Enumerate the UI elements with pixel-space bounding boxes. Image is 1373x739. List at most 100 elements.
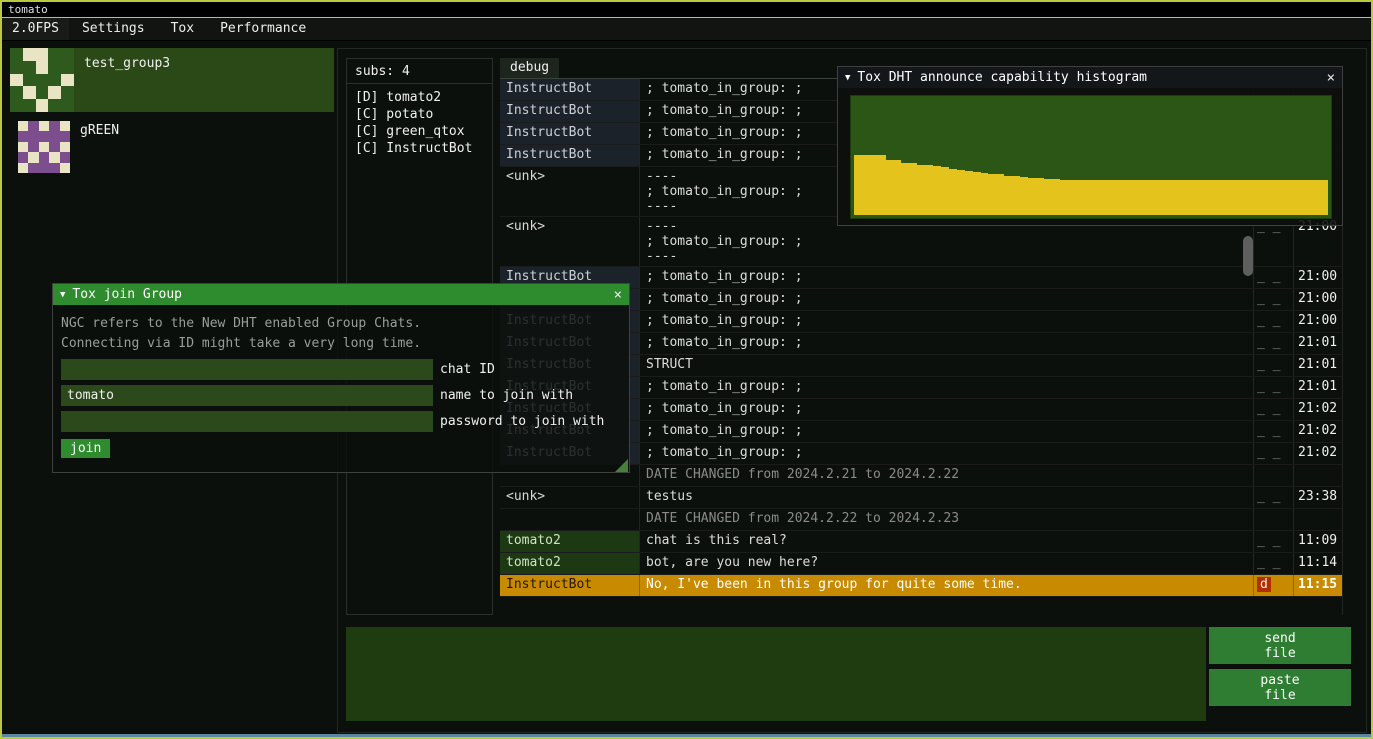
message-row[interactable]: tomato2bot, are you new here?_ _11:14 xyxy=(500,553,1342,575)
receipt-marks: _ _ xyxy=(1254,399,1294,420)
group-list: test_group3 gREEN xyxy=(10,48,334,182)
member-item[interactable]: [C] InstructBot xyxy=(347,140,492,157)
histogram-bar xyxy=(1218,180,1226,215)
histogram-bar xyxy=(1075,180,1083,215)
sender-name: <unk> xyxy=(500,167,640,216)
app-window: tomato 2.0FPSSettingsToxPerformance test… xyxy=(0,0,1373,739)
timestamp: 21:01 xyxy=(1294,377,1342,398)
histogram-bar xyxy=(996,174,1004,215)
menu-item-performance[interactable]: Performance xyxy=(207,18,319,40)
histogram-bar xyxy=(1226,180,1234,215)
histogram-bar xyxy=(1052,179,1060,215)
histogram-bar xyxy=(1044,179,1052,215)
menu-item-20fps: 2.0FPS xyxy=(2,18,69,40)
collapse-arrow-icon[interactable]: ▼ xyxy=(845,73,850,83)
join-button[interactable]: join xyxy=(61,439,110,458)
chat-scrollbar[interactable] xyxy=(1243,236,1253,276)
receipt-marks: _ _ xyxy=(1254,443,1294,464)
group-avatar-icon xyxy=(18,121,70,173)
histogram-bar xyxy=(1107,180,1115,215)
chat-id-input[interactable] xyxy=(61,359,433,380)
field-label: name to join with xyxy=(440,388,573,403)
histogram-bar xyxy=(1004,176,1012,215)
group-item-gREEN[interactable]: gREEN xyxy=(10,115,334,179)
histogram-bar xyxy=(1162,180,1170,215)
join-field-row: chat ID xyxy=(61,359,621,380)
histogram-bar xyxy=(949,169,957,215)
menu-item-settings[interactable]: Settings xyxy=(69,18,158,40)
histogram-bar xyxy=(1099,180,1107,215)
message-row[interactable]: tomato2chat is this real?_ _11:09 xyxy=(500,531,1342,553)
join-password-input[interactable] xyxy=(61,411,433,432)
send-file-label-line2: file xyxy=(1209,646,1351,661)
histogram-bar xyxy=(1036,178,1044,215)
paste-file-label-line2: file xyxy=(1209,688,1351,703)
member-item[interactable]: [C] potato xyxy=(347,106,492,123)
histogram-bar xyxy=(1115,180,1123,215)
members-count: subs: 4 xyxy=(347,59,492,84)
histogram-bar xyxy=(1234,180,1242,215)
histogram-window-titlebar[interactable]: ▼ Tox DHT announce capability histogram … xyxy=(838,67,1342,88)
histogram-bar xyxy=(909,163,917,215)
collapse-arrow-icon[interactable]: ▼ xyxy=(60,290,65,300)
date-row[interactable]: DATE CHANGED from 2024.2.22 to 2024.2.23 xyxy=(500,509,1342,531)
sender-name: <unk> xyxy=(500,217,640,266)
message-row[interactable]: InstructBotNo, I've been in this group f… xyxy=(500,575,1342,597)
message-row[interactable]: <unk>testus_ _23:38 xyxy=(500,487,1342,509)
paste-file-button[interactable]: paste file xyxy=(1209,669,1351,706)
member-item[interactable]: [C] green_qtox xyxy=(347,123,492,140)
histogram-bar xyxy=(870,155,878,215)
resize-grip[interactable] xyxy=(615,459,628,472)
send-file-label-line1: send xyxy=(1209,631,1351,646)
histogram-bar xyxy=(886,160,894,215)
join-window-titlebar[interactable]: ▼ Tox join Group × xyxy=(53,284,629,305)
sender-name: tomato2 xyxy=(500,553,640,574)
close-icon[interactable]: × xyxy=(1327,70,1335,86)
sender-name: tomato2 xyxy=(500,531,640,552)
field-label: password to join with xyxy=(440,414,604,429)
member-item[interactable]: [D] tomato2 xyxy=(347,89,492,106)
histogram-bar xyxy=(862,155,870,215)
sender-name: InstructBot xyxy=(500,123,640,144)
histogram-bar xyxy=(1265,180,1273,215)
histogram-window: ▼ Tox DHT announce capability histogram … xyxy=(837,66,1343,226)
message-text: ; tomato_in_group: ; xyxy=(640,311,1254,332)
histogram-plot xyxy=(850,95,1332,219)
message-text: bot, are you new here? xyxy=(640,553,1254,574)
histogram-bar xyxy=(941,167,949,215)
message-text: No, I've been in this group for quite so… xyxy=(640,575,1254,596)
join-window-title: Tox join Group xyxy=(72,287,182,302)
group-name: test_group3 xyxy=(84,56,170,71)
timestamp: 21:00 xyxy=(1294,289,1342,310)
histogram-bar xyxy=(981,173,989,215)
sender-name: InstructBot xyxy=(500,575,640,596)
receipt-marks: _ _ xyxy=(1254,421,1294,442)
join-group-window: ▼ Tox join Group × NGC refers to the New… xyxy=(52,283,630,473)
histogram-bar xyxy=(1289,180,1297,215)
histogram-bar xyxy=(1154,180,1162,215)
timestamp: 21:02 xyxy=(1294,399,1342,420)
histogram-bar xyxy=(1241,180,1249,215)
message-input[interactable] xyxy=(346,627,1206,721)
histogram-bar xyxy=(1060,180,1068,215)
message-text: chat is this real? xyxy=(640,531,1254,552)
group-avatar-icon xyxy=(10,48,74,112)
receipt-marks: _ _ xyxy=(1254,553,1294,574)
group-item-test_group3[interactable]: test_group3 xyxy=(10,48,334,112)
histogram-bar xyxy=(1147,180,1155,215)
menu-item-tox[interactable]: Tox xyxy=(158,18,207,40)
histogram-bar xyxy=(1305,180,1313,215)
sender-name xyxy=(500,509,640,530)
timestamp: 21:02 xyxy=(1294,421,1342,442)
histogram-bar xyxy=(917,165,925,215)
field-label: chat ID xyxy=(440,362,495,377)
close-icon[interactable]: × xyxy=(614,287,622,303)
tab-debug[interactable]: debug xyxy=(500,58,559,78)
timestamp: 11:15 xyxy=(1294,575,1342,596)
histogram-bar xyxy=(1139,180,1147,215)
histogram-bar xyxy=(1297,180,1305,215)
join-fields: chat ID name to join with password to join… xyxy=(61,359,621,432)
histogram-bar xyxy=(1123,180,1131,215)
join-name-input[interactable] xyxy=(61,385,433,406)
send-file-button[interactable]: send file xyxy=(1209,627,1351,664)
